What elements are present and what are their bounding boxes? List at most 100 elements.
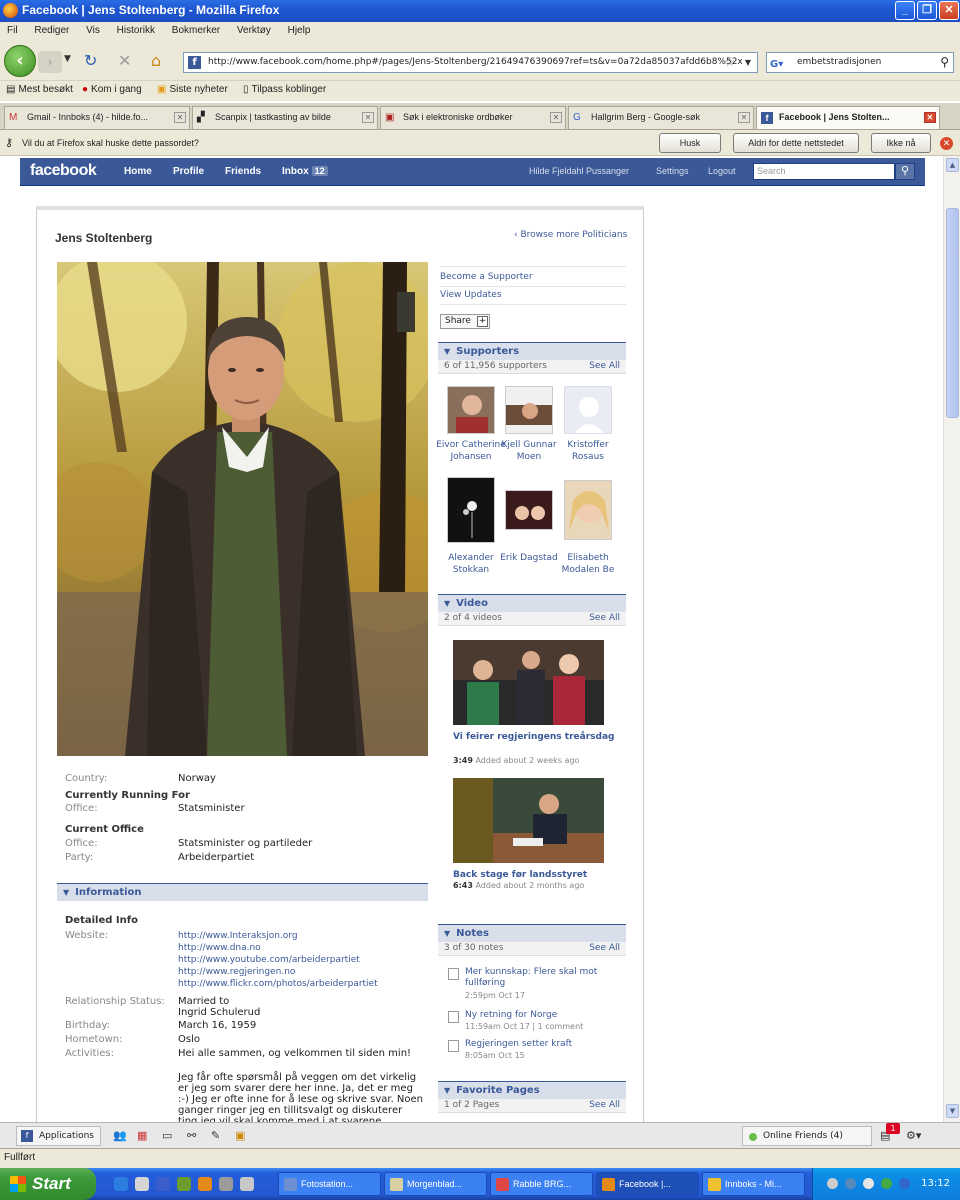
- close-tab-icon[interactable]: ✕: [174, 112, 186, 123]
- close-notification-icon[interactable]: ✕: [940, 137, 953, 150]
- website-link[interactable]: http://www.youtube.com/arbeiderpartiet: [178, 954, 378, 966]
- scrollbar-thumb[interactable]: [946, 208, 959, 418]
- app-quicklaunch-icon[interactable]: [177, 1177, 191, 1191]
- video-title-link[interactable]: Vi feirer regjeringens treårsdag: [453, 731, 628, 743]
- address-bar[interactable]: f http://www.facebook.com/home.php#/page…: [183, 52, 758, 73]
- close-tab-icon[interactable]: ✕: [550, 112, 562, 123]
- menu-tools[interactable]: Verktøy: [230, 22, 278, 39]
- close-window-button[interactable]: ✕: [939, 1, 959, 20]
- taskbar-item-rabble[interactable]: Rabble BRG...: [490, 1172, 593, 1196]
- forward-button[interactable]: ›: [38, 51, 62, 73]
- close-tab-icon[interactable]: ✕: [362, 112, 374, 123]
- scroll-down-icon[interactable]: ▼: [946, 1104, 959, 1118]
- app-quicklaunch-icon[interactable]: [219, 1177, 233, 1191]
- menu-history[interactable]: Historikk: [110, 22, 162, 39]
- taskbar-clock[interactable]: 13:12: [921, 1178, 950, 1189]
- menu-file[interactable]: Fil: [0, 22, 25, 39]
- website-link[interactable]: http://www.dna.no: [178, 942, 378, 954]
- never-for-site-button[interactable]: Aldri for dette nettstedet: [733, 133, 859, 153]
- window-title-bar[interactable]: Facebook | Jens Stoltenberg - Mozilla Fi…: [0, 0, 960, 22]
- chat-options-icon[interactable]: ⚙▾: [906, 1129, 921, 1142]
- favorite-pages-box-header[interactable]: ▼ Favorite Pages: [438, 1081, 626, 1099]
- tab-facebook[interactable]: f Facebook | Jens Stolten... ✕: [756, 106, 940, 129]
- calendar-icon[interactable]: ▦: [137, 1129, 147, 1142]
- supporter-avatar[interactable]: [564, 386, 612, 434]
- share-button[interactable]: Share +: [440, 314, 490, 329]
- url-dropdown-icon[interactable]: ▼: [745, 53, 751, 72]
- volume-tray-icon[interactable]: [863, 1178, 874, 1189]
- supporter-name[interactable]: Elisabeth Modalen Be: [553, 552, 623, 576]
- tab-scanpix[interactable]: ▞ Scanpix | tastkasting av bilde ✕: [192, 106, 378, 129]
- home-icon[interactable]: ⌂: [151, 53, 161, 69]
- close-tab-icon[interactable]: ✕: [738, 112, 750, 123]
- friends-icon[interactable]: 👥: [113, 1129, 127, 1142]
- menu-bookmarks[interactable]: Bokmerker: [165, 22, 227, 39]
- browse-politicians-link[interactable]: ‹ Browse more Politicians: [514, 230, 627, 240]
- nav-home[interactable]: Home: [124, 166, 152, 177]
- website-link[interactable]: http://www.flickr.com/photos/arbeiderpar…: [178, 978, 378, 990]
- ie-quicklaunch-icon[interactable]: [114, 1177, 128, 1191]
- bookmark-getting-started[interactable]: ● Kom i gang: [82, 84, 142, 95]
- maximize-button[interactable]: ❐: [917, 1, 937, 20]
- nav-friends[interactable]: Friends: [225, 166, 261, 177]
- facebook-search-input[interactable]: Search: [753, 163, 895, 180]
- reload-icon[interactable]: ↻: [84, 53, 97, 69]
- online-friends-button[interactable]: Online Friends (4): [742, 1126, 872, 1146]
- not-now-button[interactable]: Ikke nå: [871, 133, 931, 153]
- video-thumbnail[interactable]: [453, 640, 604, 725]
- notes-see-all-link[interactable]: See All: [589, 943, 620, 953]
- app-quicklaunch-icon[interactable]: [156, 1177, 170, 1191]
- supporter-avatar[interactable]: [447, 477, 495, 543]
- remember-password-button[interactable]: Husk: [659, 133, 721, 153]
- facebook-logo[interactable]: facebook: [30, 162, 97, 180]
- note-title-link[interactable]: Ny retning for Norge: [465, 1010, 630, 1021]
- firefox-quicklaunch-icon[interactable]: [198, 1177, 212, 1191]
- desktop-quicklaunch-icon[interactable]: [135, 1177, 149, 1191]
- start-button[interactable]: Start: [0, 1168, 96, 1200]
- taskbar-item-inbox[interactable]: Innboks - Mi...: [702, 1172, 805, 1196]
- notes-icon[interactable]: ✎: [211, 1129, 220, 1142]
- supporter-avatar[interactable]: [505, 490, 553, 530]
- view-updates-link[interactable]: View Updates: [440, 290, 502, 300]
- help-tray-icon[interactable]: [827, 1178, 838, 1189]
- supporters-see-all-link[interactable]: See All: [589, 361, 620, 371]
- video-box-header[interactable]: ▼ Video: [438, 594, 626, 612]
- user-name-link[interactable]: Hilde Fjeldahl Pussanger: [529, 166, 629, 176]
- nav-profile[interactable]: Profile: [173, 166, 204, 177]
- supporter-avatar[interactable]: [447, 386, 495, 434]
- profile-photo[interactable]: [57, 262, 428, 756]
- google-search-engine-icon[interactable]: G▾: [770, 55, 783, 74]
- taskbar-item-fotostation[interactable]: Fotostation...: [278, 1172, 381, 1196]
- back-button[interactable]: ‹: [4, 45, 36, 77]
- photos-icon[interactable]: ▭: [162, 1129, 172, 1142]
- applications-button[interactable]: f Applications: [16, 1126, 101, 1146]
- menu-help[interactable]: Hjelp: [281, 22, 318, 39]
- taskbar-item-facebook[interactable]: Facebook |...: [596, 1172, 699, 1196]
- gifts-icon[interactable]: ▣: [235, 1129, 245, 1142]
- search-icon[interactable]: ⚲: [940, 53, 949, 72]
- close-tab-icon[interactable]: ✕: [924, 112, 936, 123]
- information-box-header[interactable]: ▼ Information: [57, 883, 428, 901]
- note-title-link[interactable]: Regjeringen setter kraft: [465, 1039, 630, 1050]
- tab-google-search[interactable]: G Hallgrim Berg - Google-søk ✕: [568, 106, 754, 129]
- scroll-up-icon[interactable]: ▲: [946, 158, 959, 172]
- tab-dictionaries[interactable]: ▣ Søk i elektroniske ordbøker ✕: [380, 106, 566, 129]
- bookmark-customize-links[interactable]: ▯ Tilpass koblinger: [243, 84, 326, 95]
- settings-link[interactable]: Settings: [656, 166, 689, 176]
- security-tray-icon[interactable]: [881, 1178, 892, 1189]
- minimize-button[interactable]: _: [895, 1, 915, 20]
- note-title-link[interactable]: Mer kunnskap: Flere skal mot fullføring: [465, 967, 630, 989]
- spouse-name[interactable]: Ingrid Schulerud: [178, 1007, 260, 1018]
- bookmark-most-visited[interactable]: ▤ Mest besøkt: [6, 84, 73, 95]
- history-dropdown-icon[interactable]: ▼: [64, 54, 71, 64]
- bookmark-star-icon[interactable]: ☆: [724, 53, 735, 72]
- menu-view[interactable]: Vis: [79, 22, 107, 39]
- supporter-avatar[interactable]: [564, 480, 612, 540]
- menu-edit[interactable]: Rediger: [27, 22, 76, 39]
- website-link[interactable]: http://www.Interaksjon.org: [178, 930, 378, 942]
- vertical-scrollbar[interactable]: ▲ ▼: [943, 156, 960, 1122]
- favorite-pages-see-all-link[interactable]: See All: [589, 1100, 620, 1110]
- bluetooth-tray-icon[interactable]: [899, 1178, 910, 1189]
- taskbar-item-morgenbladet[interactable]: Morgenblad...: [384, 1172, 487, 1196]
- become-supporter-link[interactable]: Become a Supporter: [440, 272, 533, 282]
